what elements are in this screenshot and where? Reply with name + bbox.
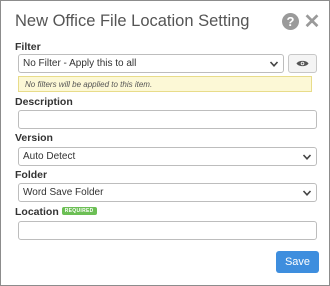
location-label: Location: [15, 206, 59, 218]
filter-label: Filter: [15, 41, 41, 53]
version-select[interactable]: Auto Detect: [18, 147, 317, 166]
filter-preview-button[interactable]: [288, 54, 317, 73]
dialog-title: New Office File Location Setting: [15, 12, 250, 30]
chevron-down-icon: [302, 154, 312, 160]
filter-notice: No filters will be applied to this item.: [18, 76, 312, 92]
filter-select[interactable]: No Filter - Apply this to all: [18, 54, 284, 73]
question-circle-icon[interactable]: ?: [282, 13, 299, 30]
eye-icon: [296, 60, 309, 67]
folder-select[interactable]: Word Save Folder: [18, 183, 317, 202]
location-input[interactable]: [18, 221, 317, 240]
location-setting-dialog: New Office File Location Setting ? ✕ Fil…: [0, 0, 330, 286]
chevron-down-icon: [269, 61, 279, 67]
folder-selected-value: Word Save Folder: [23, 187, 104, 198]
required-badge: REQUIRED: [61, 207, 97, 216]
folder-label: Folder: [15, 169, 48, 181]
chevron-down-icon: [302, 190, 312, 196]
version-label: Version: [15, 132, 53, 144]
version-selected-value: Auto Detect: [23, 151, 76, 162]
description-label: Description: [15, 96, 73, 108]
close-icon[interactable]: ✕: [303, 11, 321, 33]
location-label-row: Location REQUIRED: [15, 206, 97, 218]
save-button[interactable]: Save: [276, 251, 319, 273]
filter-selected-value: No Filter - Apply this to all: [23, 58, 137, 69]
description-input[interactable]: [18, 110, 317, 129]
dialog-header: New Office File Location Setting ? ✕: [15, 11, 321, 35]
